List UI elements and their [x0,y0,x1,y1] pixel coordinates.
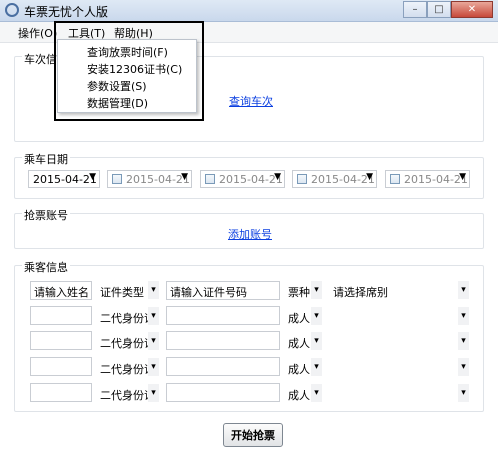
start-grab-button[interactable]: 开始抢票 [223,423,283,447]
date-picker-primary[interactable]: 2015-04-21 ▼ [28,170,100,188]
id-number-input[interactable] [166,383,280,402]
close-button[interactable]: ✕ [451,1,493,18]
id-number-input[interactable] [166,306,280,325]
dropdown-arrow-icon: ▼ [366,172,373,182]
ticket-type-select[interactable]: 成人 [288,361,310,377]
dropdown-arrow-icon[interactable]: ▾ [311,384,322,402]
seat-dropdown-icon[interactable]: ▾ [458,307,469,325]
dropdown-arrow-icon[interactable]: ▾ [148,384,159,402]
window-controls: – □ ✕ [403,1,493,18]
dropdown-arrow-icon[interactable]: ▾ [311,358,322,376]
ticket-type-select[interactable]: 成人 [288,387,310,403]
window-title: 车票无忧个人版 [24,5,109,19]
dropdown-arrow-icon: ▼ [181,172,188,182]
checkbox[interactable] [297,174,307,184]
seat-dropdown-icon[interactable]: ▾ [458,332,469,350]
dropdown-arrow-icon[interactable]: ▾ [148,358,159,376]
passenger-title: 乘客信息 [22,259,70,275]
dropdown-arrow-icon[interactable]: ▾ [148,332,159,350]
name-placeholder: 请输入姓名 [34,286,89,299]
date-picker-extra[interactable]: 2015-04-21 ▼ [200,170,285,188]
account-title: 抢票账号 [22,207,70,223]
date-value: 2015-04-21 [33,173,97,186]
date-picker-extra[interactable]: 2015-04-21 ▼ [292,170,377,188]
name-input[interactable] [30,331,92,350]
ticket-type-select[interactable]: 成人 [288,335,310,351]
minimize-button[interactable]: – [403,1,427,18]
name-input[interactable] [30,357,92,376]
dropdown-arrow-icon: ▼ [274,172,281,182]
id-type-select[interactable]: 二代身份证 [100,310,155,326]
seat-dropdown-icon[interactable]: ▾ [458,384,469,402]
checkbox[interactable] [112,174,122,184]
dropdown-arrow-icon: ▼ [459,172,466,182]
id-type-select[interactable]: 二代身份证 [100,335,155,351]
id-number-input[interactable] [166,331,280,350]
checkbox[interactable] [205,174,215,184]
date-picker-extra[interactable]: 2015-04-21 ▼ [107,170,192,188]
dropdown-arrow-icon[interactable]: ▾ [148,307,159,325]
id-number-input[interactable] [166,357,280,376]
query-train-link[interactable]: 查询车次 [229,93,273,109]
id-type-select[interactable]: 二代身份证 [100,387,155,403]
seat-select-label: 请选择席别 [333,286,388,299]
seat-dropdown-icon[interactable]: ▾ [458,281,469,299]
ticket-type-dropdown-icon[interactable]: ▾ [311,281,322,299]
maximize-button[interactable]: □ [427,1,451,18]
ticket-type-select[interactable]: 成人 [288,310,310,326]
checkbox[interactable] [390,174,400,184]
add-account-link[interactable]: 添加账号 [228,226,272,242]
id-type-select[interactable]: 二代身份证 [100,361,155,377]
id-type-label: 证件类型 [100,286,144,299]
id-type-dropdown-icon[interactable]: ▾ [148,281,159,299]
id-number-input[interactable]: 请输入证件号码 [166,281,280,300]
seat-dropdown-icon[interactable]: ▾ [458,358,469,376]
title-bar: 车票无忧个人版 – □ ✕ [0,0,498,22]
id-placeholder: 请输入证件号码 [170,286,247,299]
name-input[interactable]: 请输入姓名 [30,281,92,300]
highlight-box [54,21,204,121]
dropdown-arrow-icon[interactable]: ▾ [311,332,322,350]
name-input[interactable] [30,306,92,325]
date-title: 乘车日期 [22,151,70,167]
dropdown-arrow-icon[interactable]: ▾ [311,307,322,325]
date-picker-extra[interactable]: 2015-04-21 ▼ [385,170,470,188]
ticket-type-label: 票种 [288,286,310,299]
app-icon [5,3,19,17]
dropdown-arrow-icon: ▼ [89,172,96,182]
name-input[interactable] [30,383,92,402]
